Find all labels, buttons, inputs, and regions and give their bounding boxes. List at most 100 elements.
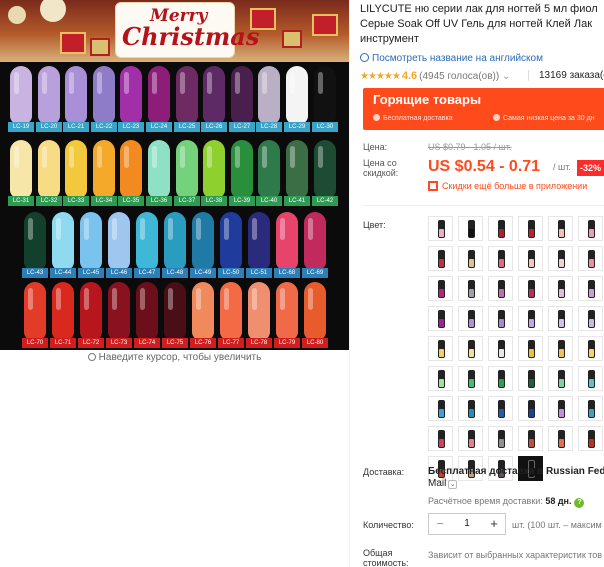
color-option[interactable] bbox=[548, 396, 573, 421]
nail-swatch bbox=[203, 66, 225, 124]
nail-swatch bbox=[231, 66, 253, 124]
rating-block[interactable]: ★★★★★ 4.6 (4945 голоса(ов)) ⌄ bbox=[360, 70, 510, 82]
swatch-label: LC-48 bbox=[162, 268, 188, 278]
color-option[interactable] bbox=[548, 246, 573, 271]
color-option[interactable] bbox=[488, 276, 513, 301]
color-option[interactable] bbox=[428, 396, 453, 421]
chevron-down-icon[interactable]: ⌄ bbox=[502, 71, 510, 82]
swatch-label: LC-33 bbox=[63, 196, 89, 206]
color-option[interactable] bbox=[518, 366, 543, 391]
color-option[interactable] bbox=[428, 426, 453, 451]
color-option[interactable] bbox=[458, 216, 483, 241]
color-fill bbox=[589, 289, 594, 297]
color-fill bbox=[499, 229, 504, 237]
color-option[interactable] bbox=[518, 336, 543, 361]
product-image-gallery[interactable]: Merry Christmas LC-19 LC-20 LC-21 LC-22 LC-2… bbox=[0, 0, 349, 350]
color-option[interactable] bbox=[458, 426, 483, 451]
color-option[interactable] bbox=[428, 246, 453, 271]
color-option[interactable] bbox=[548, 306, 573, 331]
color-option[interactable] bbox=[548, 216, 573, 241]
color-option[interactable] bbox=[488, 366, 513, 391]
bottle-icon bbox=[468, 370, 475, 388]
rating-votes[interactable]: (4945 голоса(ов)) bbox=[419, 71, 499, 82]
bottle-icon bbox=[558, 430, 565, 448]
help-icon[interactable]: ? bbox=[574, 498, 585, 508]
color-option[interactable] bbox=[488, 396, 513, 421]
color-option[interactable] bbox=[428, 366, 453, 391]
bottle-icon bbox=[528, 310, 535, 328]
color-fill bbox=[559, 319, 564, 327]
nail-swatch bbox=[314, 140, 336, 198]
color-fill bbox=[439, 259, 444, 267]
color-fill bbox=[559, 379, 564, 387]
qr-code-icon[interactable] bbox=[428, 181, 438, 191]
translate-link-text[interactable]: Посмотреть название на английском bbox=[372, 53, 543, 64]
color-option[interactable] bbox=[488, 246, 513, 271]
color-option[interactable] bbox=[578, 216, 603, 241]
color-option[interactable] bbox=[458, 396, 483, 421]
color-fill bbox=[439, 409, 444, 417]
color-option[interactable] bbox=[548, 276, 573, 301]
color-fill bbox=[439, 439, 444, 447]
color-option[interactable] bbox=[458, 246, 483, 271]
discount-price-label: Цена со скидкой: bbox=[363, 158, 398, 178]
color-option[interactable] bbox=[518, 276, 543, 301]
chevron-down-icon[interactable]: ⌄ bbox=[448, 480, 458, 489]
app-discount-link[interactable]: Скидки ещё больше в приложении bbox=[442, 181, 587, 191]
color-fill bbox=[559, 439, 564, 447]
nail-swatch bbox=[276, 282, 298, 340]
bottle-icon bbox=[498, 370, 505, 388]
color-option[interactable] bbox=[488, 306, 513, 331]
color-fill bbox=[439, 289, 444, 297]
increment-button[interactable]: + bbox=[483, 514, 505, 534]
color-option[interactable] bbox=[518, 246, 543, 271]
color-fill bbox=[529, 409, 534, 417]
color-option[interactable] bbox=[578, 246, 603, 271]
color-option[interactable] bbox=[428, 306, 453, 331]
color-option[interactable] bbox=[458, 276, 483, 301]
shipping-carrier: Mail bbox=[428, 478, 447, 489]
bottle-icon bbox=[558, 250, 565, 268]
color-option[interactable] bbox=[428, 216, 453, 241]
color-option[interactable] bbox=[578, 366, 603, 391]
color-option[interactable] bbox=[458, 306, 483, 331]
bottle-icon bbox=[528, 220, 535, 238]
bottle-icon bbox=[558, 370, 565, 388]
nail-swatch bbox=[304, 282, 326, 340]
hot-deals-banner[interactable]: Горящие товары Бесплатная доставка Самая… bbox=[363, 88, 604, 130]
color-option[interactable] bbox=[518, 216, 543, 241]
quantity-input[interactable]: 1 bbox=[451, 514, 483, 534]
swatch-label: LC-41 bbox=[284, 196, 310, 206]
color-option[interactable] bbox=[458, 366, 483, 391]
color-option[interactable] bbox=[518, 306, 543, 331]
color-option[interactable] bbox=[518, 396, 543, 421]
swatch-label: LC-70 bbox=[22, 338, 48, 348]
bottle-icon bbox=[588, 340, 595, 358]
color-option[interactable] bbox=[548, 426, 573, 451]
color-option[interactable] bbox=[458, 336, 483, 361]
bottle-icon bbox=[588, 280, 595, 298]
nail-swatch bbox=[164, 282, 186, 340]
hot-deals-title: Горящие товары bbox=[373, 92, 482, 107]
color-option[interactable] bbox=[488, 336, 513, 361]
color-option[interactable] bbox=[578, 336, 603, 361]
shipping-value[interactable]: Бесплатная доставка в Russian Federa Mai… bbox=[428, 466, 604, 490]
nail-swatch bbox=[65, 66, 87, 124]
color-option[interactable] bbox=[518, 426, 543, 451]
color-option[interactable] bbox=[428, 276, 453, 301]
color-option[interactable] bbox=[548, 366, 573, 391]
color-option[interactable] bbox=[578, 396, 603, 421]
color-option[interactable] bbox=[488, 216, 513, 241]
nail-swatch bbox=[176, 140, 198, 198]
color-option[interactable] bbox=[578, 426, 603, 451]
color-option[interactable] bbox=[578, 276, 603, 301]
color-option[interactable] bbox=[488, 426, 513, 451]
delivery-estimate: Расчётное время доставки: 58 дн.? bbox=[428, 496, 585, 508]
decrement-button[interactable]: − bbox=[429, 514, 451, 534]
color-fill bbox=[559, 349, 564, 357]
color-option[interactable] bbox=[428, 336, 453, 361]
color-option[interactable] bbox=[548, 336, 573, 361]
color-option[interactable] bbox=[578, 306, 603, 331]
color-fill bbox=[529, 379, 534, 387]
translate-title-link[interactable]: Посмотреть название на английском bbox=[360, 52, 543, 64]
